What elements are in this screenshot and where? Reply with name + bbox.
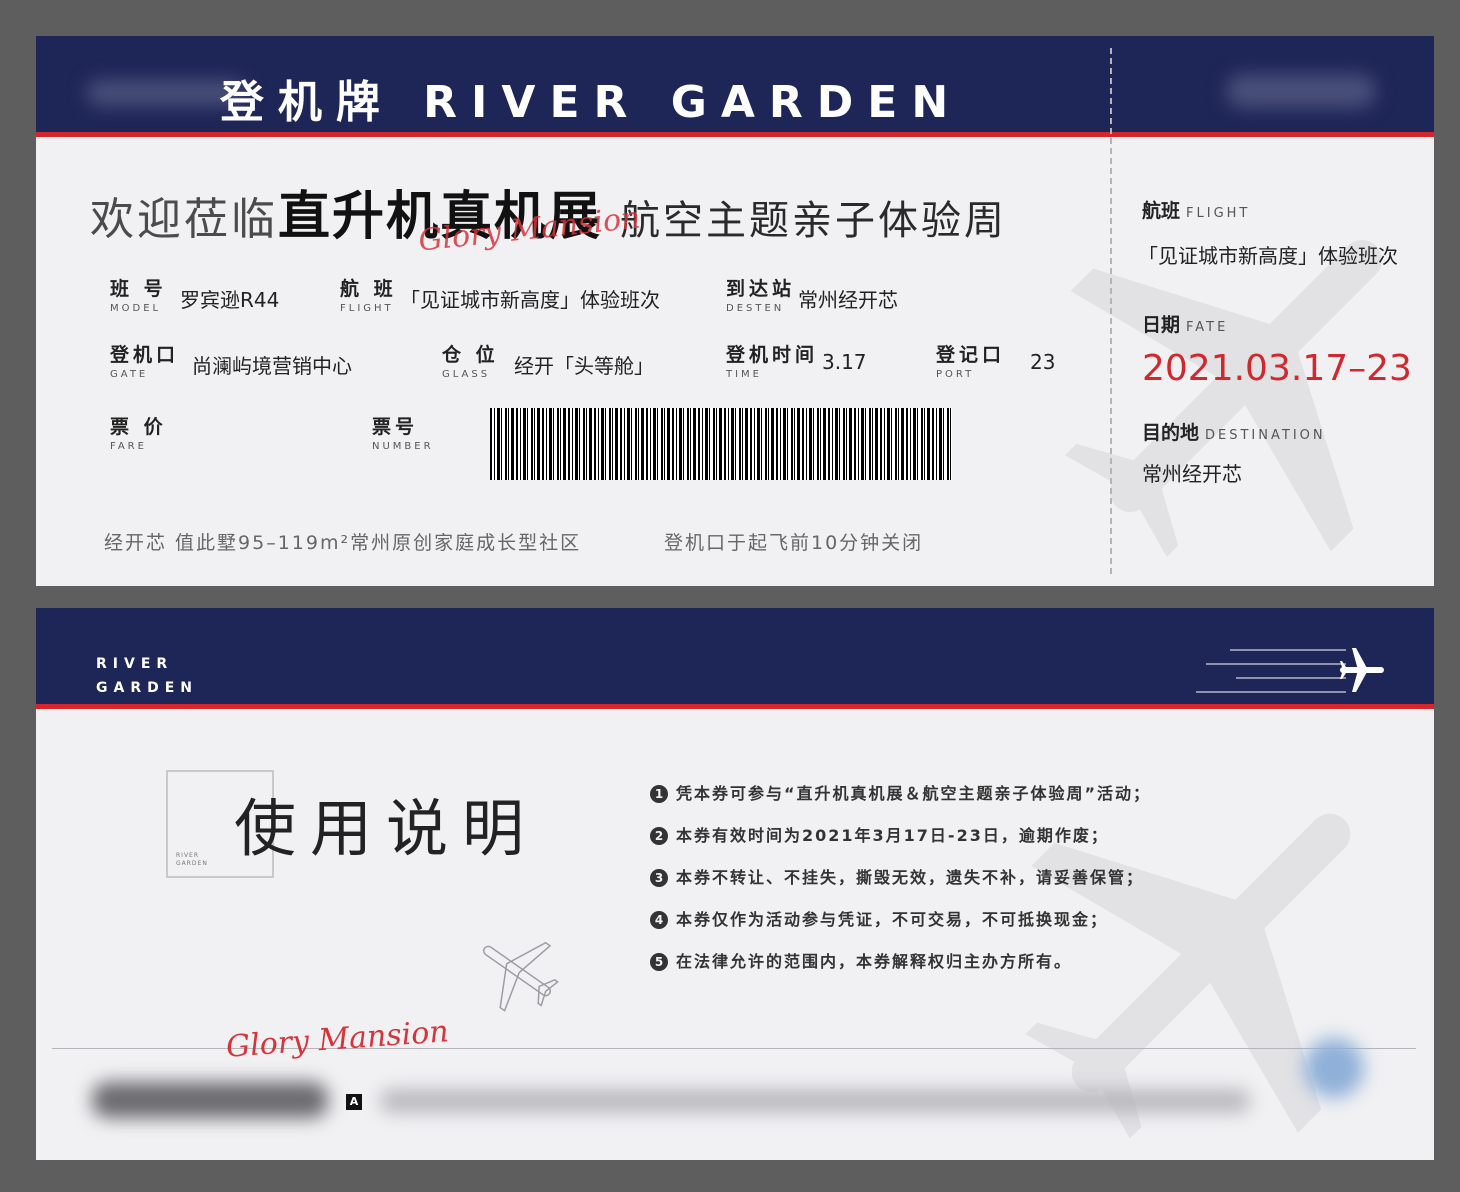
usage-title: 使用说明 <box>234 792 539 865</box>
rule-item: 1 凭本券可参与“直升机真机展＆航空主题亲子体验周”活动； <box>650 780 1151 822</box>
field-flight-label: 航 班 <box>340 278 397 300</box>
airplane-outline-icon <box>483 941 559 1012</box>
field-time-value: 3.17 <box>822 350 867 374</box>
rule-text: 凭本券可参与“直升机真机展＆航空主题亲子体验周”活动； <box>676 784 1152 803</box>
stub-flight-label: 航班 FLIGHT <box>1142 196 1250 223</box>
rule-item: 2 本券有效时间为2021年3月17日-23日，逾期作废； <box>650 822 1151 864</box>
blurred-logo-right <box>1226 74 1376 108</box>
field-destination-label-en: DESTEN <box>726 303 785 314</box>
field-gate-value: 尚澜屿境营销中心 <box>192 354 352 378</box>
rule-number: 3 <box>650 869 668 887</box>
rule-number: 1 <box>650 785 668 803</box>
rule-text: 在法律允许的范围内，本券解释权归主办方所有。 <box>676 952 1073 971</box>
field-fare-label-en: FARE <box>110 441 147 452</box>
rule-item: 5 在法律允许的范围内，本券解释权归主办方所有。 <box>650 948 1151 990</box>
stub-flight-value: 「见证城市新高度」体验班次 <box>1138 244 1398 268</box>
stub-destination-label: 目的地 DESTINATION <box>1142 418 1326 445</box>
headline-welcome: 欢迎莅临 <box>90 194 278 245</box>
stub-date-label-en: FATE <box>1186 320 1229 335</box>
blurred-footer-qr <box>1304 1038 1364 1098</box>
field-model-label-en: MODEL <box>110 303 162 314</box>
blurred-footer-logo <box>92 1082 328 1118</box>
field-model-value: 罗宾逊R44 <box>180 288 280 312</box>
blurred-footer-text <box>380 1090 1250 1112</box>
field-number-label-en: NUMBER <box>372 441 434 452</box>
field-gate-label-en: GATE <box>110 369 149 380</box>
stub-date-label: 日期 FATE <box>1142 310 1228 337</box>
river-garden-logo: RIVER GARDEN <box>96 652 198 700</box>
field-class-value: 经开「头等舱」 <box>514 354 654 378</box>
frame-logo-line-2: GARDEN <box>176 860 208 867</box>
field-port-label-en: PORT <box>936 369 975 380</box>
airplane-speed-icon <box>1196 648 1384 693</box>
usage-frame-logo: RIVER GARDEN <box>176 852 208 868</box>
field-time-label-en: TIME <box>726 369 763 380</box>
boarding-pass-back: RIVER GARDEN RIVER GARDEN 使用说明 1 凭本券可参与“直… <box>36 608 1434 1160</box>
back-red-stripe <box>36 704 1434 709</box>
field-flight-value: 「见证城市新高度」体验班次 <box>400 288 660 312</box>
stub-flight-label-zh: 航班 <box>1142 200 1181 222</box>
stub-date-label-zh: 日期 <box>1142 314 1181 336</box>
logo-line-1: RIVER <box>96 656 174 672</box>
stub-flight-label-en: FLIGHT <box>1186 206 1251 221</box>
field-class-label: 仓 位 <box>442 344 499 366</box>
rule-text: 本券不转让、不挂失，撕毁无效，遗失不补，请妥善保管； <box>676 868 1145 887</box>
field-model-label: 班 号 <box>110 278 167 300</box>
rule-number: 5 <box>650 953 668 971</box>
stub-destination-value: 常州经开芯 <box>1142 462 1242 486</box>
front-title: 登机牌 RIVER GARDEN <box>219 77 963 128</box>
rule-item: 3 本券不转让、不挂失，撕毁无效，遗失不补，请妥善保管； <box>650 864 1151 906</box>
back-signature-script: Glory Mansion <box>225 1014 450 1065</box>
stub-date-value: 2021.03.17–23 <box>1142 348 1412 389</box>
stub-destination-label-zh: 目的地 <box>1142 422 1200 444</box>
headline-subtitle: 航空主题亲子体验周 <box>620 198 1008 244</box>
field-destination-value: 常州经开芯 <box>798 288 898 312</box>
footer-right: 登机口于起飞前10分钟关闭 <box>664 532 924 554</box>
front-red-stripe <box>36 132 1434 137</box>
footer-left: 经开芯 值此墅95–119m²常州原创家庭成长型社区 <box>104 532 582 554</box>
perforation-line <box>1110 48 1112 574</box>
barcode <box>490 408 952 480</box>
usage-rules-list: 1 凭本券可参与“直升机真机展＆航空主题亲子体验周”活动； 2 本券有效时间为202… <box>650 780 1151 990</box>
rule-text: 本券有效时间为2021年3月17日-23日，逾期作废； <box>676 826 1109 845</box>
frame-logo-line-1: RIVER <box>176 852 200 859</box>
field-time-label: 登机时间 <box>726 344 819 366</box>
brand-badge: A <box>346 1094 362 1110</box>
rule-item: 4 本券仅作为活动参与凭证，不可交易，不可抵换现金； <box>650 906 1151 948</box>
field-number-label: 票号 <box>372 416 419 438</box>
rule-number: 4 <box>650 911 668 929</box>
stub-destination-label-en: DESTINATION <box>1205 428 1326 443</box>
field-gate-label: 登机口 <box>110 344 180 366</box>
rule-number: 2 <box>650 827 668 845</box>
field-destination-label: 到达站 <box>726 278 796 300</box>
field-fare-label: 票 价 <box>110 416 167 438</box>
logo-line-2: GARDEN <box>96 680 199 696</box>
rule-text: 本券仅作为活动参与凭证，不可交易，不可抵换现金； <box>676 910 1109 929</box>
field-port-label: 登记口 <box>936 344 1006 366</box>
field-flight-label-en: FLIGHT <box>340 303 394 314</box>
field-port-value: 23 <box>1030 350 1056 374</box>
boarding-pass-front: 登机牌 RIVER GARDEN 欢迎莅临直升机真机展 航空主题亲子体验周 Glo… <box>36 36 1434 586</box>
field-class-label-en: GLASS <box>442 369 491 380</box>
